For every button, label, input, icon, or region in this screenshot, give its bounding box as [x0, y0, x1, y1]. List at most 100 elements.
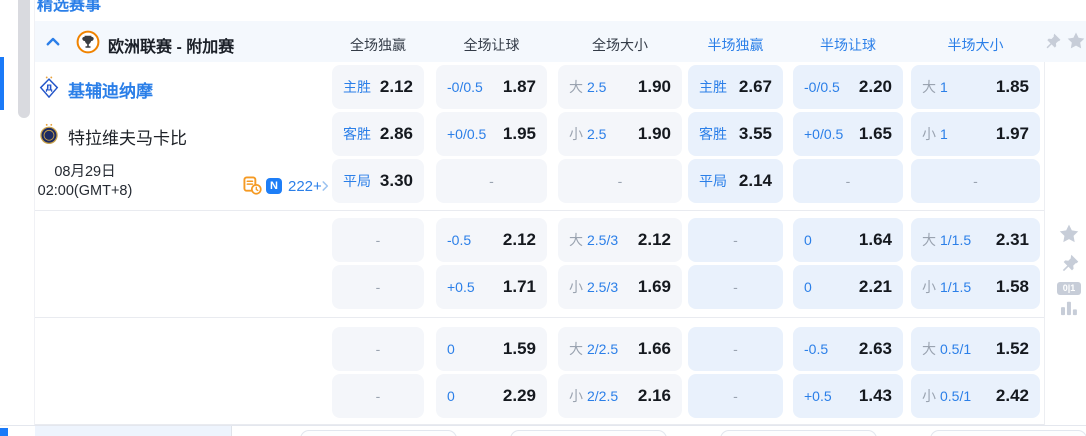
odds-value: 1.52	[996, 339, 1029, 359]
odds-cell[interactable]: 大2/2.51.66	[558, 327, 682, 371]
odds-cell-empty: -	[688, 218, 783, 262]
odds-cell[interactable]: +0.51.71	[436, 265, 547, 309]
left-panel-divider	[34, 0, 35, 425]
odds-cell-empty: -	[332, 218, 424, 262]
favorite-star-icon[interactable]	[1058, 223, 1080, 250]
odds-cell[interactable]: 主胜2.67	[688, 65, 783, 109]
ou-direction-label: 大	[569, 77, 583, 97]
bottom-tab-pill[interactable]	[510, 430, 667, 436]
odds-line-label: -0.5	[447, 232, 471, 248]
odds-cell[interactable]: 客胜3.55	[688, 112, 783, 156]
odds-cell[interactable]: 客胜2.86	[332, 112, 424, 156]
away-team-name[interactable]: 特拉维夫马卡比	[68, 124, 187, 149]
odds-line-label: +0.5	[804, 388, 832, 404]
odds-cell[interactable]: 平局2.14	[688, 159, 783, 203]
odds-cell[interactable]: -0/0.5 2.20	[793, 65, 903, 109]
odds-line-label: 客胜	[699, 124, 727, 144]
left-scrollbar-thumb[interactable]	[18, 0, 30, 118]
odds-value: 1.43	[859, 386, 892, 406]
odds-line-label: -0/0.5	[804, 79, 840, 95]
odds-cell[interactable]: 小2/2.52.16	[558, 374, 682, 418]
odds-cell-empty: -	[558, 159, 682, 203]
league-logo-icon	[76, 30, 100, 54]
empty-dash: -	[733, 341, 738, 357]
top-tab[interactable]: 精选赛事	[37, 0, 101, 15]
odds-line-label: -0.5	[804, 341, 828, 357]
odds-value: 2.12	[503, 230, 536, 250]
pin-match-icon[interactable]	[1060, 253, 1080, 278]
markets-count[interactable]: 222+	[288, 178, 322, 195]
odds-line-label: 0.5/1	[940, 341, 971, 357]
collapse-chevron-icon[interactable]	[44, 33, 62, 51]
odds-cell[interactable]: 小2.51.90	[558, 112, 682, 156]
odds-value: 2.16	[638, 386, 671, 406]
odds-line-label: 2.5	[587, 126, 606, 142]
odds-cell[interactable]: 02.21	[793, 265, 903, 309]
empty-dash: -	[733, 388, 738, 404]
empty-dash: -	[618, 173, 623, 189]
odds-value: 2.20	[859, 77, 892, 97]
column-header-ht-1x2: 半场独赢	[688, 35, 783, 55]
odds-value: 1.71	[503, 277, 536, 297]
bottom-tab-pill[interactable]	[300, 430, 457, 436]
odds-value: 2.63	[859, 339, 892, 359]
odds-cell[interactable]: 平局 3.30	[332, 159, 424, 203]
odds-value: 2.21	[859, 277, 892, 297]
odds-cell[interactable]: 02.29	[436, 374, 547, 418]
home-team-name[interactable]: 基辅迪纳摩	[68, 77, 153, 102]
odds-line-label: 2/2.5	[587, 341, 618, 357]
league-title[interactable]: 欧洲联赛 - 附加赛	[108, 33, 234, 57]
odds-cell-empty: -	[332, 265, 424, 309]
odds-cell[interactable]: -0.5 2.63	[793, 327, 903, 371]
odds-value: 2.42	[996, 386, 1029, 406]
odds-line-label: 平局	[343, 171, 371, 191]
bottom-tab-pill[interactable]	[720, 430, 877, 436]
odds-line-label: +0/0.5	[804, 126, 843, 142]
row-divider	[35, 210, 1044, 211]
stats-icon	[243, 176, 262, 195]
odds-cell[interactable]: 大11.85	[911, 65, 1040, 109]
empty-dash: -	[733, 279, 738, 295]
odds-history-icon[interactable]: 0|1	[1057, 282, 1081, 295]
bottom-tab-pill[interactable]	[930, 430, 1086, 436]
odds-cell[interactable]: 01.59	[436, 327, 547, 371]
odds-cell[interactable]: -0.5 2.12	[436, 218, 547, 262]
column-header-ht-overunder: 半场大小	[911, 35, 1040, 55]
odds-cell[interactable]: -0/0.51.87	[436, 65, 547, 109]
odds-cell[interactable]: 主胜2.12	[332, 65, 424, 109]
odds-value: 1.85	[996, 77, 1029, 97]
odds-line-label: 1/1.5	[940, 232, 971, 248]
ou-direction-label: 大	[922, 77, 936, 97]
odds-cell[interactable]: 01.64	[793, 218, 903, 262]
odds-line-label: 0.5/1	[940, 388, 971, 404]
odds-cell[interactable]: 小0.5/1 2.42	[911, 374, 1040, 418]
odds-cell[interactable]: 小1/1.51.58	[911, 265, 1040, 309]
odds-cell[interactable]: +0/0.51.65	[793, 112, 903, 156]
away-team-logo	[38, 123, 60, 145]
left-accent-bar-bottom	[0, 428, 8, 436]
odds-cell[interactable]: 大2.51.90	[558, 65, 682, 109]
ou-direction-label: 小	[922, 386, 936, 406]
stats-chart-icon[interactable]	[1059, 300, 1079, 321]
odds-cell[interactable]: 大2.5/32.12	[558, 218, 682, 262]
odds-cell[interactable]: 大0.5/11.52	[911, 327, 1040, 371]
odds-cell-empty: -	[688, 327, 783, 371]
odds-line-label: 主胜	[699, 77, 727, 97]
odds-value: 1.64	[859, 230, 892, 250]
odds-page: 精选赛事 欧洲联赛 - 附加赛 全场独赢 全场让球 全场大小 半场独赢 半场让球…	[0, 0, 1086, 436]
odds-cell[interactable]: 小11.97	[911, 112, 1040, 156]
odds-cell[interactable]: +0.5 1.43	[793, 374, 903, 418]
more-markets-chevron-icon[interactable]	[318, 179, 332, 193]
odds-cell[interactable]: +0/0.51.95	[436, 112, 547, 156]
bottom-panel-stub	[35, 426, 231, 436]
odds-cell[interactable]: 小2.5/31.69	[558, 265, 682, 309]
match-time: 02:00(GMT+8)	[30, 182, 140, 201]
pin-league-icon[interactable]	[1044, 32, 1062, 50]
odds-cell[interactable]: 大1/1.52.31	[911, 218, 1040, 262]
n-markets-icon: N	[266, 178, 282, 194]
odds-cell-empty: -	[911, 159, 1040, 203]
empty-dash: -	[489, 173, 494, 189]
odds-line-label: 2.5/3	[587, 232, 618, 248]
odds-value: 3.30	[380, 171, 413, 191]
star-league-icon[interactable]	[1066, 31, 1086, 51]
